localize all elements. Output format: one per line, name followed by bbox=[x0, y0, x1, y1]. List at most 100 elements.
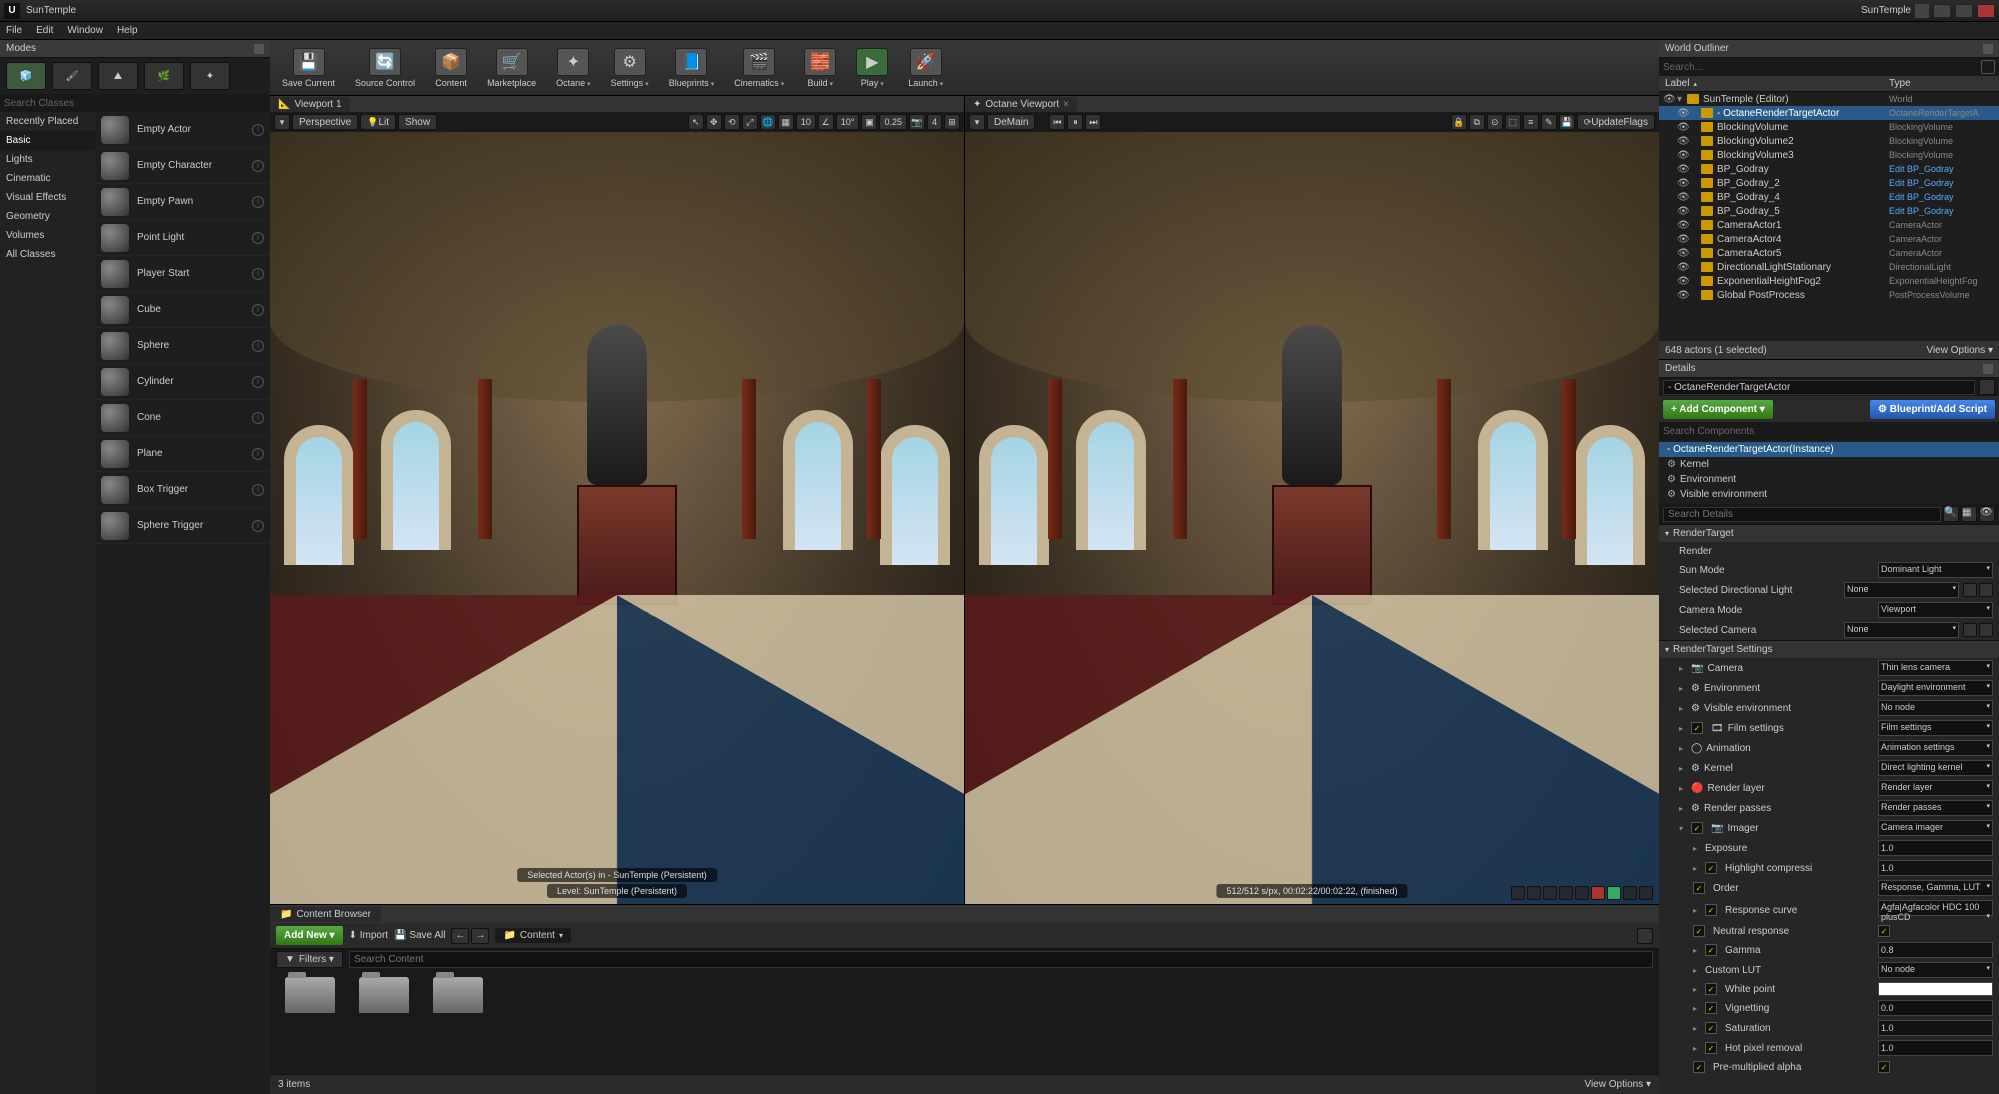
info-icon[interactable]: i bbox=[252, 520, 264, 532]
info-icon[interactable]: i bbox=[252, 340, 264, 352]
close-button[interactable] bbox=[1977, 4, 1995, 18]
property-combo[interactable]: Dominant Light ▾ bbox=[1878, 562, 1993, 578]
outliner-row[interactable]: 👁CameraActor5CameraActor bbox=[1659, 246, 1999, 260]
outliner-row-type[interactable]: Edit BP_Godray bbox=[1889, 164, 1999, 174]
outliner-row-type[interactable]: Edit BP_Godray bbox=[1889, 206, 1999, 216]
menu-edit[interactable]: Edit bbox=[36, 25, 53, 36]
outliner-row-type[interactable]: Edit BP_Godray bbox=[1889, 178, 1999, 188]
toolbar-build[interactable]: 🧱Build▾ bbox=[800, 46, 840, 90]
octane-lock-icon[interactable]: 🔒 bbox=[1451, 114, 1467, 130]
property-input[interactable] bbox=[1878, 1000, 1993, 1016]
property-input[interactable] bbox=[1878, 840, 1993, 856]
octane-options-icon[interactable]: ▾ bbox=[969, 114, 985, 130]
lock-icon[interactable] bbox=[1637, 928, 1653, 944]
snap-scale-value[interactable]: 0.25 bbox=[879, 114, 907, 130]
property-combo[interactable]: Response, Gamma, LUT ▾ bbox=[1878, 880, 1993, 896]
checkbox-icon[interactable]: ✓ bbox=[1693, 882, 1705, 894]
actor-item[interactable]: Empty Actori bbox=[95, 112, 270, 148]
visibility-icon[interactable]: 👁 bbox=[1677, 248, 1689, 259]
category-item[interactable]: Geometry bbox=[0, 207, 95, 226]
toolbar-blueprints[interactable]: 📘Blueprints▾ bbox=[665, 46, 719, 90]
visibility-icon[interactable]: 👁 bbox=[1677, 108, 1689, 119]
property-combo[interactable]: No node ▾ bbox=[1878, 700, 1993, 716]
visibility-icon[interactable]: 👁 bbox=[1663, 94, 1675, 105]
actor-item[interactable]: Empty Pawni bbox=[95, 184, 270, 220]
folder-item[interactable] bbox=[426, 977, 490, 1027]
info-icon[interactable]: i bbox=[252, 196, 264, 208]
menu-window[interactable]: Window bbox=[67, 25, 103, 36]
checkbox-icon[interactable]: ✓ bbox=[1705, 944, 1717, 956]
actor-item[interactable]: Planei bbox=[95, 436, 270, 472]
property-input[interactable] bbox=[1878, 942, 1993, 958]
content-browser-tab[interactable]: 📁 Content Browser bbox=[270, 907, 381, 922]
actor-item[interactable]: Point Lighti bbox=[95, 220, 270, 256]
dock-icon[interactable] bbox=[254, 44, 264, 54]
dock-icon[interactable] bbox=[1983, 44, 1993, 54]
content-grid[interactable] bbox=[270, 969, 1659, 1074]
menu-file[interactable]: File bbox=[6, 25, 22, 36]
octane-record-icon[interactable] bbox=[1591, 886, 1605, 900]
outliner-row[interactable]: 👁CameraActor4CameraActor bbox=[1659, 232, 1999, 246]
outliner-row[interactable]: 👁BP_GodrayEdit BP_Godray bbox=[1659, 162, 1999, 176]
info-icon[interactable]: i bbox=[252, 484, 264, 496]
transform-select-icon[interactable]: ↖ bbox=[688, 114, 704, 130]
visibility-icon[interactable]: 👁 bbox=[1677, 150, 1689, 161]
nav-back-icon[interactable]: ← bbox=[451, 928, 469, 944]
use-icon[interactable] bbox=[1979, 583, 1993, 597]
octane-bl-icon[interactable] bbox=[1575, 886, 1589, 900]
info-icon[interactable]: i bbox=[252, 304, 264, 316]
property-combo[interactable]: Daylight environment ▾ bbox=[1878, 680, 1993, 696]
outliner-row-type[interactable]: Edit BP_Godray bbox=[1889, 192, 1999, 202]
toolbar-source-control[interactable]: 🔄Source Control bbox=[351, 46, 419, 90]
minimize-button[interactable] bbox=[1933, 4, 1951, 18]
view-options-button[interactable]: View Options ▾ bbox=[1584, 1079, 1651, 1090]
coord-space-icon[interactable]: 🌐 bbox=[760, 114, 776, 130]
property-input[interactable] bbox=[1878, 860, 1993, 876]
property-checkbox[interactable]: ✓ bbox=[1878, 925, 1890, 937]
folder-item[interactable] bbox=[278, 977, 342, 1027]
toolbar-settings[interactable]: ⚙Settings▾ bbox=[607, 46, 653, 90]
property-input[interactable] bbox=[1878, 1040, 1993, 1056]
octane-bl-icon[interactable] bbox=[1623, 886, 1637, 900]
dock-icon[interactable] bbox=[1983, 364, 1993, 374]
viewport1-tab[interactable]: 📐 Viewport 1 bbox=[270, 97, 350, 112]
checkbox-icon[interactable]: ✓ bbox=[1691, 722, 1703, 734]
toolbar-octane[interactable]: ✦Octane▾ bbox=[552, 46, 595, 90]
paint-mode-icon[interactable]: 🖌 bbox=[52, 62, 92, 90]
category-item[interactable]: Visual Effects bbox=[0, 188, 95, 207]
search-details-input[interactable] bbox=[1663, 507, 1941, 522]
visibility-icon[interactable]: 👁 bbox=[1677, 164, 1689, 175]
viewport-perspective[interactable]: Perspective bbox=[292, 114, 358, 130]
visibility-icon[interactable]: 👁 bbox=[1677, 234, 1689, 245]
outliner-row[interactable]: 👁BP_Godray_5Edit BP_Godray bbox=[1659, 204, 1999, 218]
actor-item[interactable]: Box Triggeri bbox=[95, 472, 270, 508]
category-item[interactable]: Recently Placed bbox=[0, 112, 95, 131]
property-combo[interactable]: Agfa|Agfacolor HDC 100 plusCD ▾ bbox=[1878, 900, 1993, 916]
filters-button[interactable]: ▼ Filters ▾ bbox=[276, 951, 343, 968]
actor-item[interactable]: Cylinderi bbox=[95, 364, 270, 400]
outliner-row[interactable]: 👁DirectionalLightStationaryDirectionalLi… bbox=[1659, 260, 1999, 274]
outliner-row[interactable]: 👁- OctaneRenderTargetActorOctaneRenderTa… bbox=[1659, 106, 1999, 120]
camera-speed-value[interactable]: 4 bbox=[927, 114, 942, 130]
close-tab-icon[interactable]: × bbox=[1063, 99, 1069, 110]
save-all-button[interactable]: 💾 Save All bbox=[394, 930, 445, 941]
place-mode-icon[interactable]: 🧊 bbox=[6, 62, 46, 90]
maximize-button[interactable] bbox=[1955, 4, 1973, 18]
search-components-input[interactable]: Search Components bbox=[1659, 422, 1999, 440]
property-combo[interactable]: Viewport ▾ bbox=[1878, 602, 1993, 618]
visibility-icon[interactable]: 👁 bbox=[1677, 206, 1689, 217]
property-combo[interactable]: Thin lens camera ▾ bbox=[1878, 660, 1993, 676]
outliner-row[interactable]: 👁▾SunTemple (Editor)World bbox=[1659, 92, 1999, 106]
property-combo[interactable]: None ▾ bbox=[1844, 582, 1959, 598]
toolbar-launch[interactable]: 🚀Launch▾ bbox=[904, 46, 947, 90]
visibility-icon[interactable]: 👁 bbox=[1677, 276, 1689, 287]
info-icon[interactable]: i bbox=[252, 232, 264, 244]
property-combo[interactable]: Render layer ▾ bbox=[1878, 780, 1993, 796]
actor-item[interactable]: Conei bbox=[95, 400, 270, 436]
octane-focus-icon[interactable]: ⊙ bbox=[1487, 114, 1503, 130]
visibility-icon[interactable]: 👁 bbox=[1677, 122, 1689, 133]
outliner-col-type[interactable]: Type bbox=[1889, 78, 1999, 89]
search-classes-input[interactable]: Search Classes bbox=[0, 94, 270, 112]
property-combo[interactable]: Render passes ▾ bbox=[1878, 800, 1993, 816]
geometry-mode-icon[interactable]: ✦ bbox=[190, 62, 230, 90]
